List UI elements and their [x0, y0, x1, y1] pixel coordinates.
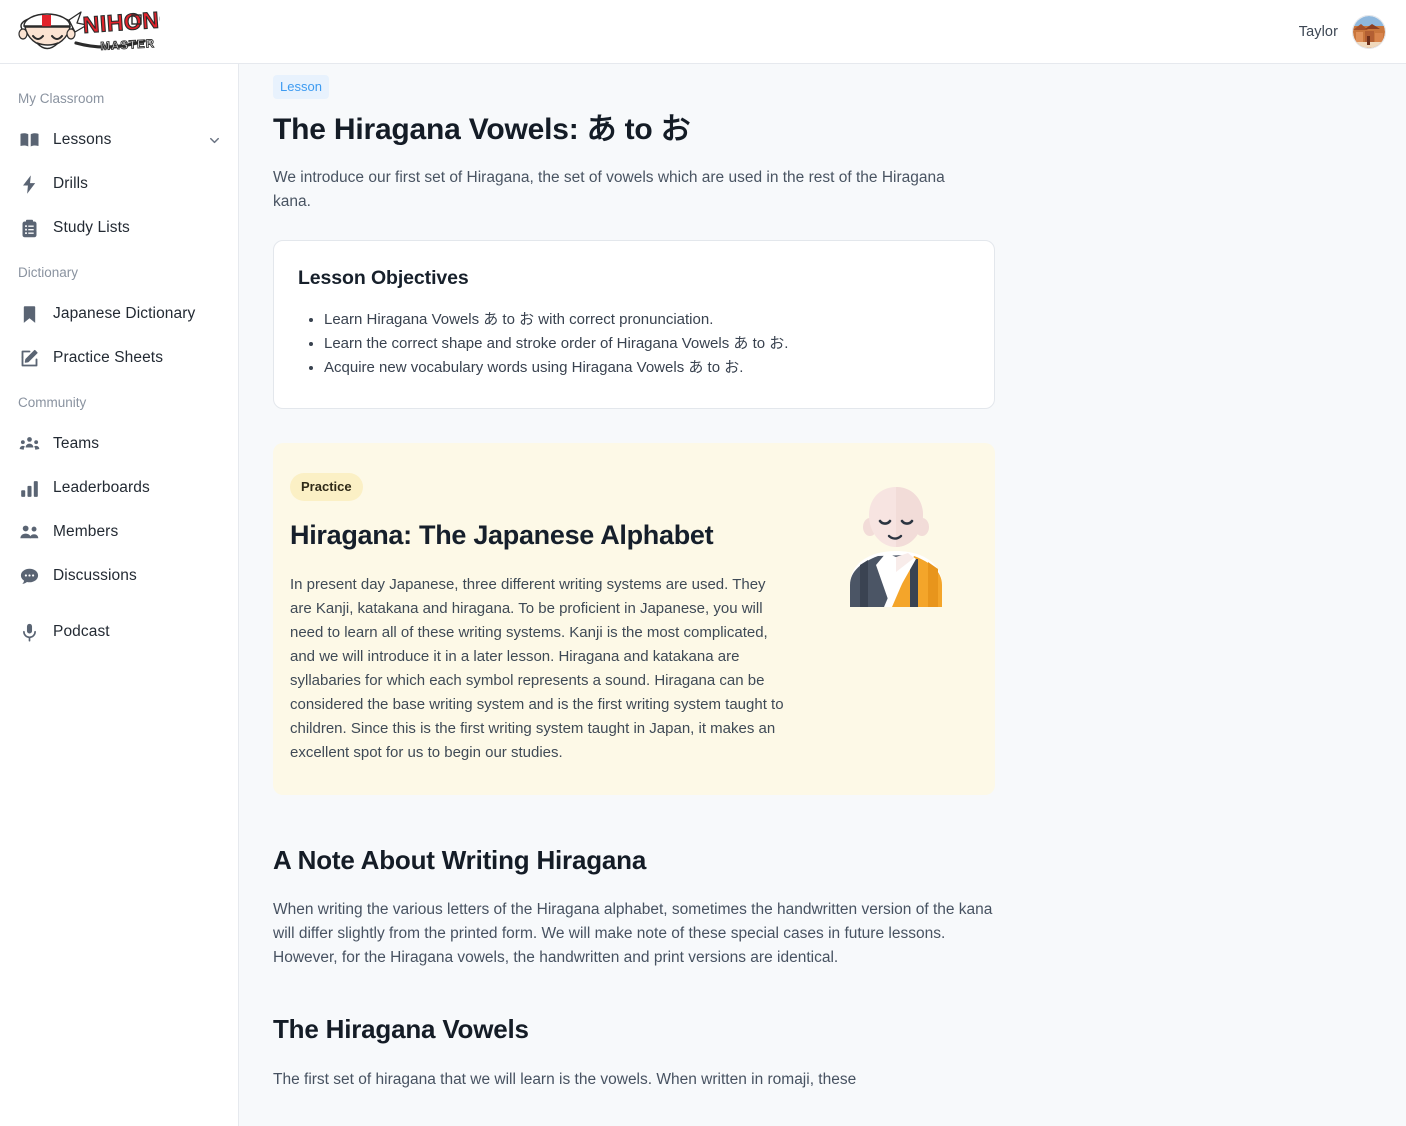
sidebar-item-drills[interactable]: Drills: [0, 162, 238, 206]
sidebar-item-label: Lessons: [53, 131, 112, 148]
sidebar: My Classroom Lessons Drills Study Lists …: [0, 64, 239, 1126]
user-menu[interactable]: Taylor: [1298, 14, 1386, 49]
list-item: Learn the correct shape and stroke order…: [324, 332, 966, 356]
section-heading: The Hiragana Vowels: [273, 1013, 529, 1044]
sidebar-item-discussions[interactable]: Discussions: [0, 554, 238, 598]
sidebar-item-lessons[interactable]: Lessons: [0, 118, 238, 162]
list-item: Acquire new vocabulary words using Hirag…: [324, 356, 966, 380]
practice-card-illustration: [832, 481, 962, 626]
sidebar-section-label-my-classroom: My Classroom: [18, 91, 105, 106]
practice-card-text: Practice Hiragana: The Japanese Alphabet…: [290, 473, 790, 765]
objectives-heading: Lesson Objectives: [298, 267, 469, 289]
svg-text:NIHONGO: NIHONGO: [82, 6, 160, 38]
practice-card[interactable]: Practice Hiragana: The Japanese Alphabet…: [273, 443, 995, 795]
pencil-square-icon: [18, 347, 40, 369]
practice-badge: Practice: [290, 473, 363, 501]
chevron-down-icon[interactable]: [207, 133, 222, 148]
lesson-type-badge: Lesson: [273, 75, 329, 99]
avatar[interactable]: [1352, 14, 1386, 49]
section-body: The first set of hiragana that we will l…: [273, 1070, 857, 1088]
practice-card-title: Hiragana: The Japanese Alphabet: [290, 520, 714, 550]
practice-card-body: In present day Japanese, three different…: [290, 575, 784, 761]
sidebar-item-japanese-dictionary[interactable]: Japanese Dictionary: [0, 292, 238, 336]
objectives-list: Learn Hiragana Vowels あ to お with correc…: [298, 308, 966, 380]
bar-chart-icon: [18, 477, 40, 499]
lesson-objectives-card: Lesson Objectives Learn Hiragana Vowels …: [273, 240, 995, 409]
sidebar-item-label: Japanese Dictionary: [53, 305, 196, 322]
top-bar: NIHONGO MASTER Taylor: [0, 0, 1406, 64]
sidebar-item-podcast[interactable]: Podcast: [0, 610, 238, 654]
user-name-label: Taylor: [1298, 23, 1338, 40]
sidebar-item-label: Podcast: [53, 623, 110, 640]
sidebar-item-label: Discussions: [53, 567, 137, 584]
book-icon: [18, 129, 40, 151]
sidebar-item-members[interactable]: Members: [0, 510, 238, 554]
section-heading: A Note About Writing Hiragana: [273, 844, 647, 875]
sidebar-item-practice-sheets[interactable]: Practice Sheets: [0, 336, 238, 380]
sidebar-item-label: Study Lists: [53, 219, 130, 236]
people-group-icon: [18, 433, 40, 455]
avatar-photo-icon: [1353, 15, 1385, 48]
section-body: When writing the various letters of the …: [273, 900, 993, 966]
two-users-icon: [18, 521, 40, 543]
sidebar-item-leaderboards[interactable]: Leaderboards: [0, 466, 238, 510]
sidebar-item-label: Teams: [53, 435, 100, 452]
sidebar-item-label: Practice Sheets: [53, 349, 164, 366]
bookmark-icon: [18, 303, 40, 325]
sidebar-item-label: Members: [53, 523, 119, 540]
main-content: Lesson The Hiragana Vowels: あ to お We in…: [239, 64, 1406, 1126]
sidebar-item-teams[interactable]: Teams: [0, 422, 238, 466]
sidebar-section-label-community: Community: [18, 395, 87, 410]
sidebar-item-label: Drills: [53, 175, 89, 192]
sidebar-section-label-dictionary: Dictionary: [18, 265, 79, 280]
nihongo-master-logo-icon: NIHONGO MASTER: [18, 6, 160, 53]
brand-logo[interactable]: NIHONGO MASTER: [14, 6, 174, 58]
list-item: Learn Hiragana Vowels あ to お with correc…: [324, 308, 966, 332]
svg-text:MASTER: MASTER: [100, 38, 155, 53]
microphone-icon: [18, 621, 40, 643]
bolt-icon: [18, 173, 40, 195]
lesson-intro: We introduce our first set of Hiragana, …: [273, 169, 945, 210]
chat-bubble-icon: [18, 565, 40, 587]
clipboard-icon: [18, 217, 40, 239]
monk-illustration-icon: [850, 487, 942, 607]
sidebar-item-label: Leaderboards: [53, 479, 150, 496]
page-title: The Hiragana Vowels: あ to お: [273, 113, 691, 146]
sidebar-item-study-lists[interactable]: Study Lists: [0, 206, 238, 250]
